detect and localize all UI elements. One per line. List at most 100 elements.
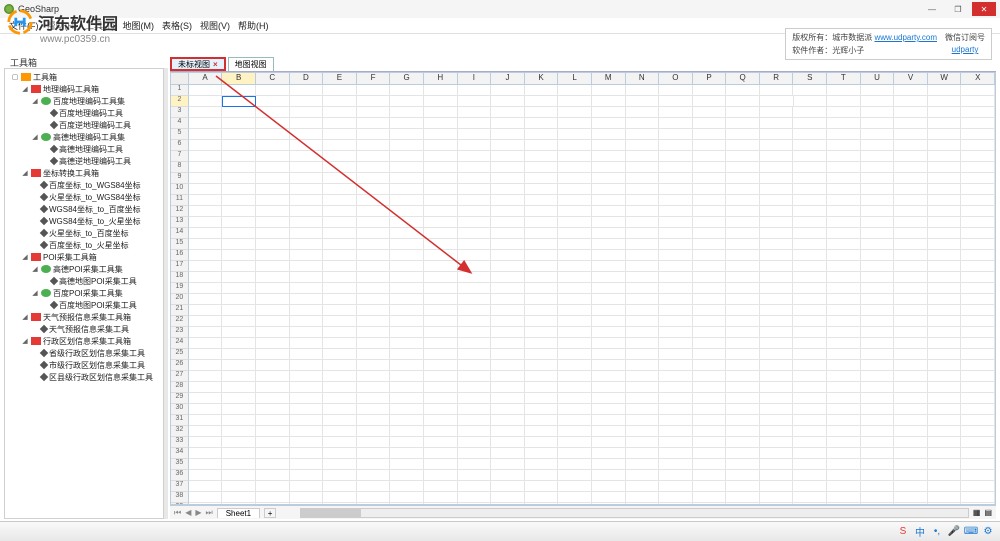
sheet-nav-first[interactable]: ⏮ [174,508,181,518]
cell-H10[interactable] [424,184,458,195]
row-header-20[interactable]: 20 [171,294,189,305]
cell-W11[interactable] [928,195,962,206]
cell-A17[interactable] [189,261,223,272]
cell-M29[interactable] [592,393,626,404]
cell-A10[interactable] [189,184,223,195]
cell-I14[interactable] [458,228,492,239]
cell-A4[interactable] [189,118,223,129]
cell-I24[interactable] [458,338,492,349]
cell-L25[interactable] [558,349,592,360]
cell-K13[interactable] [525,217,559,228]
cell-L1[interactable] [558,85,592,96]
row-header-24[interactable]: 24 [171,338,189,349]
cell-O5[interactable] [659,129,693,140]
cell-U9[interactable] [861,173,895,184]
cell-X20[interactable] [961,294,995,305]
cell-B37[interactable] [222,481,256,492]
cell-F34[interactable] [357,448,391,459]
cell-B22[interactable] [222,316,256,327]
tree-node-25[interactable]: 区县级行政区划信息采集工具 [7,371,161,383]
cell-R17[interactable] [760,261,794,272]
menu-item-6[interactable]: 帮助(H) [235,19,272,32]
cell-U11[interactable] [861,195,895,206]
cell-D2[interactable] [290,96,324,107]
cell-K29[interactable] [525,393,559,404]
cell-X34[interactable] [961,448,995,459]
cell-R2[interactable] [760,96,794,107]
cell-I9[interactable] [458,173,492,184]
tray-settings-icon[interactable]: ⚙ [982,526,994,538]
cell-X7[interactable] [961,151,995,162]
cell-R19[interactable] [760,283,794,294]
cell-F1[interactable] [357,85,391,96]
cell-I6[interactable] [458,140,492,151]
cell-U7[interactable] [861,151,895,162]
cell-Q7[interactable] [726,151,760,162]
cell-C19[interactable] [256,283,290,294]
cell-J24[interactable] [491,338,525,349]
row-header-21[interactable]: 21 [171,305,189,316]
cell-D9[interactable] [290,173,324,184]
cell-N14[interactable] [626,228,660,239]
cell-E20[interactable] [323,294,357,305]
cell-O23[interactable] [659,327,693,338]
cell-K7[interactable] [525,151,559,162]
cell-G15[interactable] [390,239,424,250]
cell-F22[interactable] [357,316,391,327]
cell-J17[interactable] [491,261,525,272]
tree-node-24[interactable]: 市级行政区划信息采集工具 [7,359,161,371]
cell-W19[interactable] [928,283,962,294]
cell-G32[interactable] [390,426,424,437]
cell-S5[interactable] [793,129,827,140]
row-header-1[interactable]: 1 [171,85,189,96]
cell-U3[interactable] [861,107,895,118]
cell-A20[interactable] [189,294,223,305]
cell-W28[interactable] [928,382,962,393]
cell-S30[interactable] [793,404,827,415]
cell-I30[interactable] [458,404,492,415]
cell-Q26[interactable] [726,360,760,371]
cell-C13[interactable] [256,217,290,228]
cell-A34[interactable] [189,448,223,459]
cell-S6[interactable] [793,140,827,151]
cell-N31[interactable] [626,415,660,426]
cell-H37[interactable] [424,481,458,492]
cell-P19[interactable] [693,283,727,294]
cell-H20[interactable] [424,294,458,305]
cell-J1[interactable] [491,85,525,96]
cell-B28[interactable] [222,382,256,393]
cell-F23[interactable] [357,327,391,338]
cell-Q11[interactable] [726,195,760,206]
tree-node-6[interactable]: 高德地理编码工具 [7,143,161,155]
cell-M24[interactable] [592,338,626,349]
cell-Q37[interactable] [726,481,760,492]
cell-R21[interactable] [760,305,794,316]
tray-keyboard-icon[interactable]: ⌨ [965,526,977,538]
cell-Q27[interactable] [726,371,760,382]
cell-U35[interactable] [861,459,895,470]
cell-N7[interactable] [626,151,660,162]
cell-N37[interactable] [626,481,660,492]
cell-W35[interactable] [928,459,962,470]
cell-H18[interactable] [424,272,458,283]
cell-U13[interactable] [861,217,895,228]
cell-E7[interactable] [323,151,357,162]
cell-E24[interactable] [323,338,357,349]
cell-C21[interactable] [256,305,290,316]
col-header-X[interactable]: X [961,73,995,84]
cell-U17[interactable] [861,261,895,272]
cell-E33[interactable] [323,437,357,448]
cell-B23[interactable] [222,327,256,338]
cell-L27[interactable] [558,371,592,382]
cell-L18[interactable] [558,272,592,283]
cell-N17[interactable] [626,261,660,272]
cell-T28[interactable] [827,382,861,393]
tree-node-5[interactable]: ◢高德地理编码工具集 [7,131,161,143]
cell-I27[interactable] [458,371,492,382]
cell-T7[interactable] [827,151,861,162]
cell-T11[interactable] [827,195,861,206]
cell-F21[interactable] [357,305,391,316]
cell-H29[interactable] [424,393,458,404]
cell-T19[interactable] [827,283,861,294]
cell-E12[interactable] [323,206,357,217]
